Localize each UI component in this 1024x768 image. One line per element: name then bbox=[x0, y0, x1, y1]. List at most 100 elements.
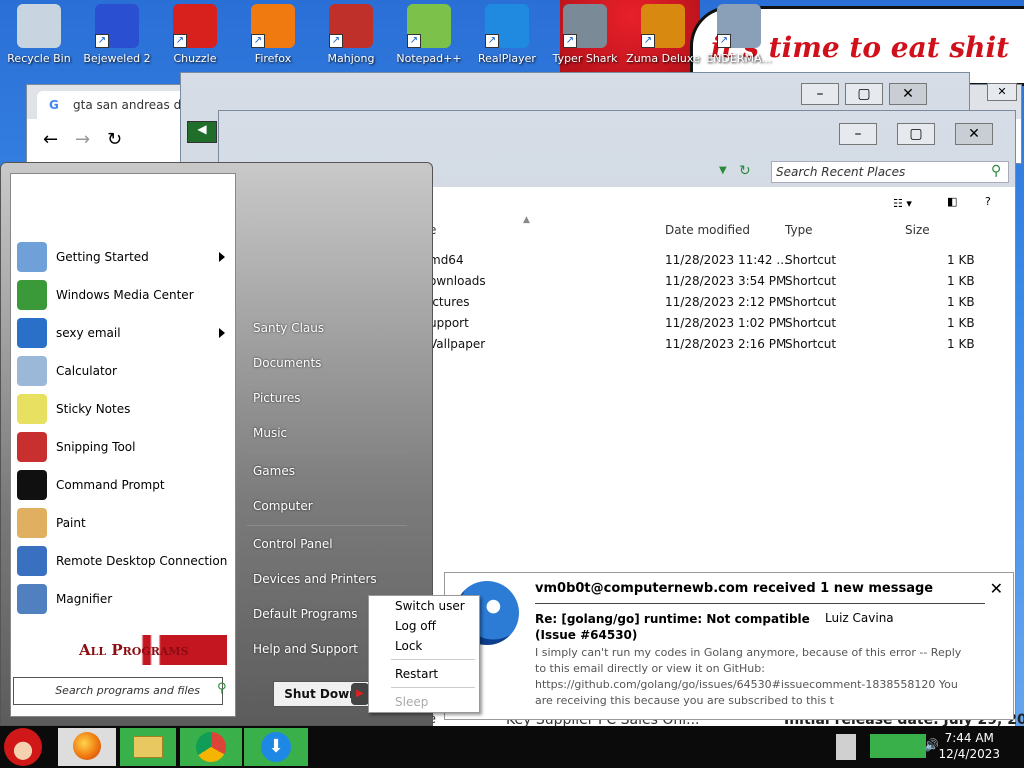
file-name[interactable]: md64 bbox=[429, 253, 464, 267]
start-item-media-center[interactable]: Windows Media Center bbox=[17, 278, 231, 312]
desktop-icon-label: Mahjong bbox=[327, 52, 375, 65]
start-right-default-programs[interactable]: Default Programs bbox=[253, 607, 358, 621]
view-options-icon[interactable]: ☷ ▾ bbox=[893, 197, 912, 210]
refresh-icon[interactable]: ↻ bbox=[739, 163, 751, 179]
desktop-icon-notepadpp[interactable]: ↗ Notepad++ bbox=[390, 4, 468, 65]
start-right-help-and-support[interactable]: Help and Support bbox=[253, 642, 358, 656]
file-date: 11/28/2023 2:16 PM bbox=[665, 337, 787, 351]
reload-icon[interactable]: ↻ bbox=[107, 129, 122, 150]
start-search-input[interactable]: Search programs and files bbox=[13, 677, 223, 705]
address-dropdown-icon[interactable]: ▼ bbox=[719, 165, 727, 176]
menu-lock[interactable]: Lock bbox=[395, 639, 422, 653]
flag-icon[interactable] bbox=[870, 734, 926, 758]
start-right-games[interactable]: Games bbox=[253, 464, 295, 478]
desktop-icon-mahjong[interactable]: ↗ Mahjong bbox=[312, 4, 390, 65]
close-button[interactable]: ✕ bbox=[955, 123, 993, 145]
desktop-icon-realplayer[interactable]: ↗ RealPlayer bbox=[468, 4, 546, 65]
file-size: 1 KB bbox=[947, 253, 975, 267]
start-separator bbox=[247, 525, 407, 526]
typer-shark-icon: ↗ bbox=[563, 4, 607, 48]
taskbar-explorer[interactable] bbox=[120, 728, 176, 766]
preview-pane-icon[interactable]: ◧ bbox=[947, 195, 957, 208]
search-input[interactable]: Search Recent Places bbox=[771, 161, 1009, 183]
start-item-command-prompt[interactable]: Command Prompt bbox=[17, 468, 231, 502]
start-right-documents[interactable]: Documents bbox=[253, 356, 321, 370]
minimize-button[interactable]: – bbox=[839, 123, 877, 145]
maximize-button[interactable]: ▢ bbox=[897, 123, 935, 145]
start-item-label: Command Prompt bbox=[56, 478, 165, 492]
bg-maximize-button[interactable]: ▢ bbox=[845, 83, 883, 105]
taskbar-firefox[interactable] bbox=[58, 728, 116, 766]
menu-sleep[interactable]: Sleep bbox=[395, 695, 428, 709]
start-right-devices-and-printers[interactable]: Devices and Printers bbox=[253, 572, 377, 586]
file-name[interactable]: ictures bbox=[429, 295, 470, 309]
forward-icon[interactable]: → bbox=[75, 129, 90, 150]
help-icon[interactable]: ? bbox=[985, 195, 991, 208]
file-date: 11/28/2023 11:42 ... bbox=[665, 253, 788, 267]
snipping-tool-icon bbox=[17, 432, 47, 462]
file-name[interactable]: upport bbox=[429, 316, 469, 330]
taskbar-chrome[interactable] bbox=[180, 728, 242, 766]
column-size[interactable]: Size bbox=[905, 223, 930, 237]
all-programs-label: All Programs bbox=[79, 641, 189, 659]
submenu-arrow-icon[interactable] bbox=[219, 328, 225, 338]
desktop-icon-recycle-bin[interactable]: Recycle Bin bbox=[0, 4, 78, 65]
desktop-icon-endermanch[interactable]: ↗ ENDERMA... bbox=[700, 4, 778, 65]
notification-close-button[interactable]: ✕ bbox=[990, 579, 1003, 598]
chuzzle-icon: ↗ bbox=[173, 4, 217, 48]
magnifier-icon bbox=[17, 584, 47, 614]
start-separator bbox=[247, 451, 407, 452]
desktop-icon-chuzzle[interactable]: ↗ Chuzzle bbox=[156, 4, 234, 65]
start-button[interactable] bbox=[4, 728, 50, 766]
start-right-computer[interactable]: Computer bbox=[253, 499, 313, 513]
submenu-arrow-icon[interactable] bbox=[219, 252, 225, 262]
taskbar-downloader[interactable]: ⬇ bbox=[244, 728, 308, 766]
menu-log-off[interactable]: Log off bbox=[395, 619, 436, 633]
desktop-icon-label: Bejeweled 2 bbox=[83, 52, 151, 65]
search-icon[interactable]: ⚲ bbox=[991, 163, 1001, 179]
start-item-remote-desktop[interactable]: Remote Desktop Connection bbox=[17, 544, 231, 578]
paint-icon bbox=[17, 508, 47, 538]
start-right-santy-claus[interactable]: Santy Claus bbox=[253, 321, 324, 335]
desktop-icon-typer-shark[interactable]: ↗ Typer Shark bbox=[546, 4, 624, 65]
volume-icon[interactable]: 🔊 bbox=[924, 738, 939, 752]
start-item-magnifier[interactable]: Magnifier bbox=[17, 582, 231, 616]
start-item-sticky-notes[interactable]: Sticky Notes bbox=[17, 392, 231, 426]
menu-restart[interactable]: Restart bbox=[395, 667, 438, 681]
start-right-control-panel[interactable]: Control Panel bbox=[253, 537, 333, 551]
file-name[interactable]: ownloads bbox=[429, 274, 486, 288]
tray-icon-a[interactable] bbox=[836, 734, 856, 760]
sticky-notes-icon bbox=[17, 394, 47, 424]
file-type: Shortcut bbox=[785, 316, 837, 330]
mail-notification[interactable]: vm0b0t@computernewb.com received 1 new m… bbox=[444, 572, 1014, 720]
clock[interactable]: 7:44 AM 12/4/2023 bbox=[938, 730, 1000, 762]
shortcut-arrow-icon: ↗ bbox=[641, 34, 655, 48]
chrome-tab[interactable]: G gta san andreas dov bbox=[37, 91, 187, 119]
desktop-icon-firefox[interactable]: ↗ Firefox bbox=[234, 4, 312, 65]
start-item-getting-started[interactable]: Getting Started bbox=[17, 240, 231, 274]
shortcut-arrow-icon: ↗ bbox=[717, 34, 731, 48]
bg-minimize-button[interactable]: – bbox=[801, 83, 839, 105]
all-programs-button[interactable]: All Programs bbox=[13, 635, 227, 665]
column-date-modified[interactable]: Date modified bbox=[665, 223, 750, 237]
start-item-calculator[interactable]: Calculator bbox=[17, 354, 231, 388]
column-type[interactable]: Type bbox=[785, 223, 813, 237]
back-icon[interactable]: ← bbox=[43, 129, 58, 150]
chrome-close-button[interactable]: ✕ bbox=[987, 83, 1017, 101]
start-item-label: Magnifier bbox=[56, 592, 113, 606]
start-right-pictures[interactable]: Pictures bbox=[253, 391, 301, 405]
start-item-snipping-tool[interactable]: Snipping Tool bbox=[17, 430, 231, 464]
notification-divider bbox=[535, 603, 985, 604]
bg-close-button[interactable]: ✕ bbox=[889, 83, 927, 105]
start-right-music[interactable]: Music bbox=[253, 426, 287, 440]
start-item-label: sexy email bbox=[56, 326, 121, 340]
file-name[interactable]: Vallpaper bbox=[429, 337, 485, 351]
notification-subject[interactable]: Re: [golang/go] runtime: Not compatible … bbox=[535, 611, 815, 643]
start-item-paint[interactable]: Paint bbox=[17, 506, 231, 540]
start-item-thunderbird[interactable]: sexy email bbox=[17, 316, 231, 350]
menu-switch-user[interactable]: Switch user bbox=[395, 599, 465, 613]
desktop-icon-zuma[interactable]: ↗ Zuma Deluxe bbox=[624, 4, 702, 65]
shortcut-arrow-icon: ↗ bbox=[173, 34, 187, 48]
desktop-icon-bejeweled[interactable]: ↗ Bejeweled 2 bbox=[78, 4, 156, 65]
shutdown-options-arrow[interactable]: ▶ bbox=[351, 683, 369, 705]
